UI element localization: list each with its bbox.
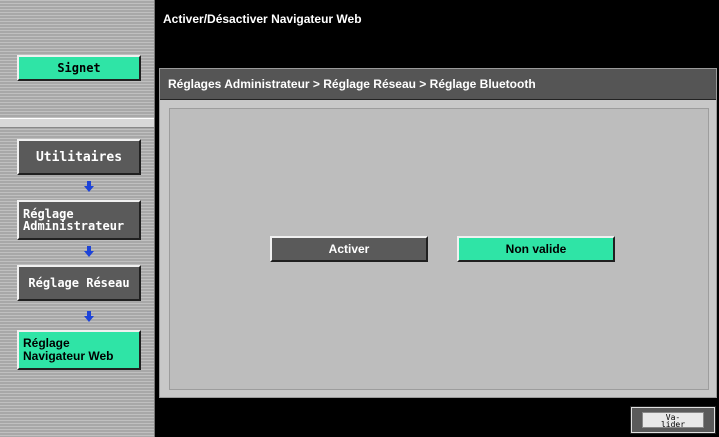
down-arrow-icon bbox=[84, 181, 94, 192]
utilities-button[interactable]: Utilitaires bbox=[17, 139, 141, 175]
browser-label-line2: Navigateur Web bbox=[23, 349, 114, 363]
down-arrow-icon bbox=[84, 246, 94, 257]
left-divider bbox=[0, 118, 154, 128]
left-panel: Signet Utilitaires Réglage Administrateu… bbox=[0, 0, 155, 437]
bookmark-button[interactable]: Signet bbox=[17, 55, 141, 81]
not-valid-label: Non valide bbox=[505, 242, 567, 256]
activate-button[interactable]: Activer bbox=[270, 236, 428, 262]
page-title: Activer/Désactiver Navigateur Web bbox=[163, 12, 362, 26]
breadcrumb: Réglages Administrateur > Réglage Réseau… bbox=[168, 77, 536, 91]
admin-settings-button[interactable]: Réglage Administrateur bbox=[17, 200, 141, 240]
content-area bbox=[169, 108, 709, 390]
main-panel: Réglages Administrateur > Réglage Réseau… bbox=[159, 68, 717, 398]
bookmark-label: Signet bbox=[57, 61, 101, 75]
admin-label-line2: Administrateur bbox=[23, 219, 125, 233]
validate-label: Va- lider bbox=[642, 412, 704, 429]
breadcrumb-bar: Réglages Administrateur > Réglage Réseau… bbox=[160, 69, 716, 100]
network-label: Réglage Réseau bbox=[28, 276, 130, 290]
down-arrow-icon bbox=[84, 311, 94, 322]
utilities-label: Utilitaires bbox=[35, 149, 123, 165]
web-browser-settings-button[interactable]: Réglage Navigateur Web bbox=[17, 330, 141, 370]
network-settings-button[interactable]: Réglage Réseau bbox=[17, 265, 141, 301]
validate-button[interactable]: Va- lider bbox=[630, 406, 716, 434]
activate-label: Activer bbox=[328, 242, 370, 256]
validate-label-line2: lider bbox=[660, 420, 686, 429]
not-valid-button[interactable]: Non valide bbox=[457, 236, 615, 262]
